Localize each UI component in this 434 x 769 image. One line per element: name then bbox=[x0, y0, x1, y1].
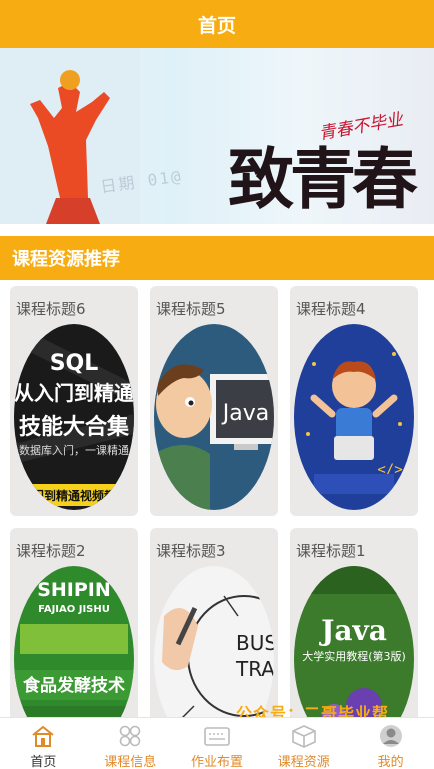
section-title: 课程资源推荐 bbox=[12, 249, 120, 270]
tab-label: 作业布置 bbox=[190, 755, 243, 769]
home-icon bbox=[28, 724, 58, 748]
tab-course-resources[interactable]: 课程资源 bbox=[260, 718, 347, 769]
course-card[interactable]: 课程标题5 Java bbox=[150, 286, 278, 516]
cover-text: TRAI bbox=[235, 657, 274, 681]
course-card-title: 课程标题4 bbox=[296, 300, 366, 318]
tab-label: 我的 bbox=[377, 755, 404, 769]
cover-text: 技能大合集 bbox=[19, 414, 130, 440]
section-header: 课程资源推荐 bbox=[0, 236, 434, 280]
course-card-title: 课程标题2 bbox=[16, 542, 86, 560]
cover-text: Java bbox=[221, 401, 269, 426]
user-icon bbox=[376, 724, 406, 748]
course-card-title: 课程标题3 bbox=[156, 542, 226, 560]
tab-label: 课程资源 bbox=[277, 755, 330, 769]
cover-text: SHIPIN bbox=[37, 579, 111, 601]
cover-text: 数据库入门，一课精通 bbox=[19, 443, 129, 457]
course-card[interactable]: 课程标题4 </> bbox=[290, 286, 418, 516]
cover-text: BUSI bbox=[236, 631, 274, 655]
cover-text: SQL bbox=[50, 351, 99, 376]
grid-icon bbox=[115, 724, 145, 748]
banner-figure-illustration bbox=[0, 48, 140, 224]
tab-mine[interactable]: 我的 bbox=[347, 718, 434, 769]
cover-text: 大学实用教程(第3版) bbox=[302, 649, 406, 663]
tab-course-info[interactable]: 课程信息 bbox=[87, 718, 174, 769]
tab-label: 首页 bbox=[30, 755, 57, 769]
course-card-title: 课程标题1 bbox=[296, 542, 366, 560]
course-cover-image: SQL 从入门到精通 技能大合集 数据库入门，一课精通 入门到精通视频教程 bbox=[14, 324, 134, 510]
tab-homework[interactable]: 作业布置 bbox=[174, 718, 261, 769]
course-card-title: 课程标题5 bbox=[156, 300, 226, 318]
hero-banner[interactable]: 日期 01@ 青春不毕业 致青春 bbox=[0, 48, 434, 224]
course-cover-image: Java bbox=[154, 324, 274, 510]
top-header: 首页 bbox=[0, 0, 434, 48]
course-card-title: 课程标题6 bbox=[16, 300, 86, 318]
keyboard-icon bbox=[202, 724, 232, 748]
box-icon bbox=[289, 724, 319, 748]
page-title: 首页 bbox=[197, 14, 236, 37]
cover-text: Java bbox=[318, 614, 387, 647]
cover-text: 入门到精通视频教程 bbox=[20, 488, 128, 503]
course-cover-image: </> bbox=[294, 324, 414, 510]
course-card[interactable]: 课程标题6 SQL 从入门到精通 技能大合集 数据库入门，一课精通 入门到精通视… bbox=[10, 286, 138, 516]
cover-text: 食品发酵技术 bbox=[23, 675, 125, 696]
tab-label: 课程信息 bbox=[104, 755, 157, 769]
cover-text: FAJIAO JISHU bbox=[38, 604, 110, 615]
bottom-tab-bar: 首页 课程信息 作业布置 课程资源 我的 bbox=[0, 717, 434, 769]
banner-title: 致青春 bbox=[228, 140, 418, 218]
tab-home[interactable]: 首页 bbox=[0, 718, 87, 769]
cover-text: 从入门到精通 bbox=[14, 381, 134, 405]
